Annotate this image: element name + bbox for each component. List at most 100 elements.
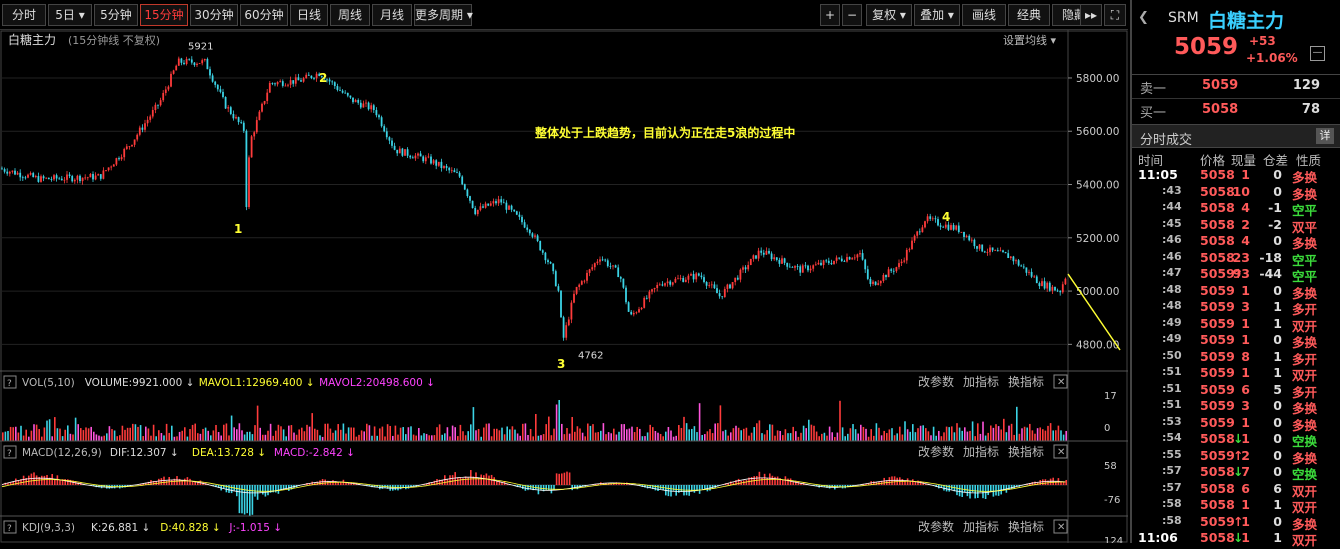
candle-body	[56, 175, 58, 178]
volume-bar	[587, 424, 589, 441]
period-button-8[interactable]: 月线	[372, 4, 412, 26]
volume-bar	[912, 424, 914, 441]
candle-body	[763, 253, 765, 255]
candle-body	[240, 122, 242, 123]
volume-bar	[662, 436, 664, 441]
tick-cell-0: :48	[1162, 283, 1182, 296]
period-button-5[interactable]: 60分钟	[240, 4, 288, 26]
next-icon[interactable]: ▸▸	[1080, 4, 1102, 26]
volume-bar	[228, 435, 230, 441]
candle-body	[568, 319, 570, 325]
quote-panel: ❮ SRM 白糖主力 5059 +53 +1.06% — 卖一 5059 129…	[1130, 0, 1340, 543]
period-button-7[interactable]: 周线	[330, 4, 370, 26]
detail-button[interactable]: 详	[1316, 128, 1334, 144]
volume-bar	[629, 429, 631, 441]
period-button-9[interactable]: 更多周期 ▾	[414, 4, 472, 26]
candle-body	[992, 247, 994, 250]
candle-body	[22, 177, 24, 178]
price-tick-label: 5800.00	[1076, 73, 1119, 85]
volume-bar	[470, 424, 472, 441]
volume-bar	[977, 423, 979, 441]
volume-bar	[93, 432, 95, 441]
volume-bar	[1047, 426, 1049, 441]
volume-bar	[626, 429, 628, 441]
period-button-0[interactable]: 分时	[2, 4, 46, 26]
volume-bar	[582, 433, 584, 441]
macd-bar	[987, 485, 989, 495]
volume-bar	[129, 428, 131, 441]
volume-bar	[642, 436, 644, 441]
zoom-in-icon[interactable]: +	[820, 4, 840, 26]
period-button-1[interactable]: 5日 ▾	[48, 4, 92, 26]
candle-body	[149, 116, 151, 119]
volume-bar	[12, 427, 14, 441]
candle-body	[519, 215, 521, 217]
volume-bar	[681, 428, 683, 441]
candle-body	[987, 252, 989, 253]
help-icon-glyph: ?	[7, 524, 12, 534]
candle-body	[693, 274, 695, 279]
kline-chart[interactable]: 白糖主力(15分钟线 不复权)设置均线 ▾4800.005000.005200.…	[0, 30, 1128, 543]
zoom-out-icon[interactable]: −	[842, 4, 862, 26]
tick-cell-1: 5058	[1200, 167, 1235, 182]
period-button-3[interactable]: 15分钟	[140, 4, 188, 26]
volume-bar	[808, 420, 810, 441]
volume-bar	[332, 433, 334, 441]
candle-body	[209, 69, 211, 75]
chart-subtitle: (15分钟线 不复权)	[68, 33, 160, 47]
period-button-2[interactable]: 5分钟	[94, 4, 138, 26]
tool-button-3[interactable]: 经典	[1008, 4, 1050, 26]
macd-bar	[265, 485, 267, 497]
macd-button-1: 加指标	[963, 444, 999, 459]
volume-bar	[917, 428, 919, 441]
volume-bar	[951, 426, 953, 441]
fullscreen-icon[interactable]: ⛶	[1104, 4, 1126, 26]
volume-bar	[20, 426, 22, 441]
macd-bar	[681, 485, 683, 492]
period-button-6[interactable]: 日线	[290, 4, 328, 26]
tool-button-0[interactable]: 复权 ▾	[866, 4, 912, 26]
back-arrow-icon[interactable]: ❮	[1138, 10, 1149, 25]
candle-body	[58, 178, 60, 179]
volume-bar	[1021, 428, 1023, 441]
candle-body	[880, 281, 882, 283]
candle-body	[893, 271, 895, 272]
candle-body	[508, 206, 510, 210]
kdj-value-2: J:-1.015 ↓	[228, 522, 282, 534]
minimize-icon[interactable]: —	[1310, 46, 1325, 61]
volume-bar	[928, 431, 930, 441]
candle-body	[48, 178, 50, 179]
macd-bar	[168, 477, 170, 485]
candle-body	[438, 162, 440, 166]
candle-body	[459, 173, 461, 177]
volume-bar	[80, 428, 82, 441]
candle-body	[378, 115, 380, 117]
volume-bar	[733, 428, 735, 441]
volume-bar	[83, 430, 85, 441]
volume-bar	[483, 428, 485, 441]
macd-bar	[556, 473, 558, 485]
candle-body	[589, 269, 591, 272]
candle-body	[295, 77, 297, 83]
volume-bar	[792, 427, 794, 441]
candle-body	[38, 176, 40, 182]
volume-bar	[62, 436, 64, 441]
tick-cell-0: :54	[1162, 431, 1182, 444]
candle-body	[1002, 250, 1004, 252]
period-button-4[interactable]: 30分钟	[190, 4, 238, 26]
candle-body	[576, 287, 578, 294]
tool-button-2[interactable]: 画线	[962, 4, 1006, 26]
candle-body	[178, 59, 180, 66]
volume-bar	[181, 431, 183, 441]
candle-body	[607, 260, 609, 266]
candle-body	[253, 132, 255, 136]
tool-button-1[interactable]: 叠加 ▾	[914, 4, 960, 26]
candle-body	[32, 173, 34, 177]
macd-bar	[161, 478, 163, 485]
volume-bar	[865, 429, 867, 441]
volume-bar	[831, 432, 833, 441]
candle-body	[126, 146, 128, 149]
volume-bar	[590, 426, 592, 441]
volume-bar	[834, 437, 836, 441]
tick-cell-1: 5058	[1200, 481, 1235, 496]
